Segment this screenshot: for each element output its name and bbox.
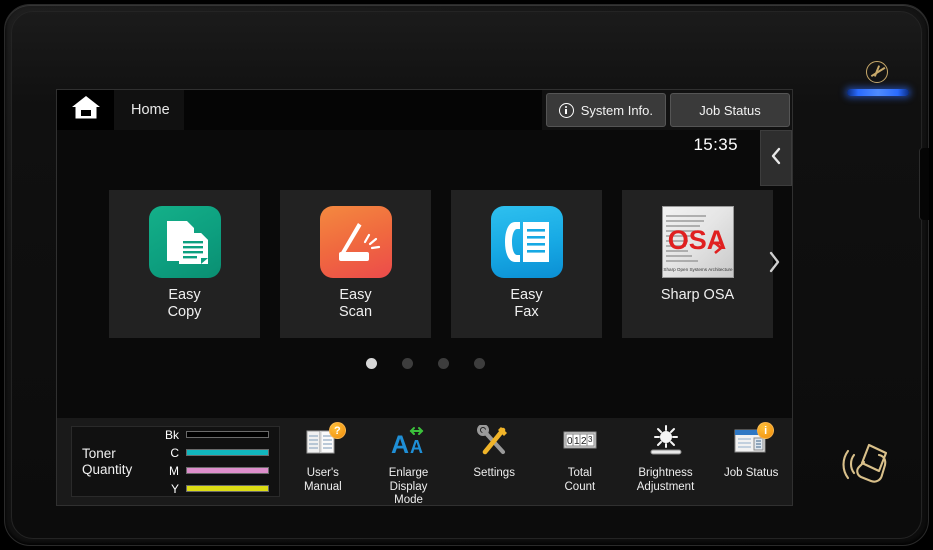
app-tile-label: Easy Fax	[510, 287, 543, 320]
tool-button-settings-wrench[interactable]: Settings	[451, 424, 537, 481]
topbar-spacer	[183, 90, 542, 130]
job-status-button[interactable]: Job Status	[670, 93, 790, 127]
app-tile-label: Easy Scan	[338, 287, 373, 320]
tool-button-label: Brightness Adjustment	[636, 467, 695, 493]
toner-key: Y	[170, 481, 179, 496]
toner-row-y: Y	[162, 482, 269, 496]
page-dot-1[interactable]	[366, 358, 377, 369]
tool-button-label: Job Status	[724, 467, 779, 479]
settings-wrench-icon	[475, 424, 513, 463]
tool-button-brightness-adjustment[interactable]: Brightness Adjustment	[623, 425, 709, 494]
tool-button-enlarge-display-mode[interactable]: A A Enlarge Display Mode	[366, 425, 452, 506]
toner-bar	[186, 449, 269, 456]
toner-row-bk: Bk	[162, 428, 269, 442]
osa-logo-caption: Sharp Open Systems Architecture	[663, 267, 733, 272]
app-tile-grid: Easy Copy Easy Scan Easy Fax OSA Sharp O…	[57, 190, 792, 340]
toner-key: Bk	[164, 427, 179, 442]
toner-row-c: C	[162, 446, 269, 460]
app-tile-label: Easy Copy	[167, 287, 202, 320]
clock-time: 15:35	[693, 135, 738, 154]
easy-fax-icon	[490, 206, 563, 278]
svg-text:A: A	[410, 437, 423, 457]
app-tile-easy-copy[interactable]: Easy Copy	[109, 190, 260, 338]
app-tile-easy-scan[interactable]: Easy Scan	[280, 190, 431, 338]
tool-button-list: ? User's Manual A A Enlarge Display Mode Sett…	[280, 418, 792, 506]
touch-screen: Home System Info. Job Status 15:35 Easy …	[56, 89, 793, 506]
tool-button-total-count[interactable]: 0 1 2 3 Total Count	[537, 425, 623, 494]
power-led-bar	[847, 89, 909, 96]
home-icon	[71, 95, 101, 125]
page-dot-2[interactable]	[402, 358, 413, 369]
easy-scan-icon	[319, 206, 392, 278]
toner-row-m: M	[162, 464, 269, 478]
tool-button-label: User's Manual	[303, 467, 342, 493]
panel-side-tab	[919, 148, 929, 220]
app-tile-easy-fax[interactable]: Easy Fax	[451, 190, 602, 338]
tool-button-label: Enlarge Display Mode	[388, 467, 429, 506]
brightness-adjustment-icon	[647, 425, 685, 463]
info-circle-icon	[558, 102, 574, 118]
job-status-label: Job Status	[699, 102, 761, 118]
svg-text:A: A	[391, 431, 409, 457]
toner-bar-fill	[187, 486, 268, 491]
total-count-icon: 0123	[561, 425, 599, 463]
system-info-button[interactable]: System Info.	[545, 93, 666, 127]
chevron-left-icon	[770, 147, 782, 170]
svg-text:2: 2	[581, 436, 587, 447]
page-dot-4[interactable]	[474, 358, 485, 369]
toner-bar-list: Bk C M Y	[162, 428, 269, 496]
svg-text:0: 0	[567, 436, 573, 447]
toner-bar-fill	[187, 468, 268, 473]
clock-row: 15:35	[57, 130, 792, 166]
enlarge-display-mode-icon: AA	[390, 425, 428, 463]
toner-key: C	[170, 445, 179, 460]
toner-bar	[186, 431, 269, 438]
app-tile-label: Sharp OSA	[660, 287, 735, 303]
page-title: Home	[131, 102, 170, 118]
toner-bar-fill	[187, 450, 268, 455]
sharp-osa-icon: OSA Sharp Open Systems Architecture	[661, 206, 734, 278]
toner-bar	[186, 467, 269, 474]
chevron-right-icon	[767, 251, 781, 278]
home-button[interactable]	[57, 90, 114, 130]
toner-quantity-label: Toner Quantity	[82, 445, 133, 477]
users-manual-icon: ?	[304, 422, 346, 463]
toner-key: M	[169, 463, 179, 478]
power-indicator[interactable]	[845, 61, 911, 105]
power-symbol-icon	[866, 61, 888, 83]
tool-button-label: Total Count	[564, 467, 596, 493]
panel-collapse-button[interactable]	[760, 130, 792, 186]
system-info-label: System Info.	[580, 102, 653, 118]
page-dot-3[interactable]	[438, 358, 449, 369]
next-page-button[interactable]	[757, 246, 791, 282]
toner-quantity-panel[interactable]: Toner Quantity Bk C M Y	[71, 426, 280, 497]
mfp-operation-panel: Home System Info. Job Status 15:35 Easy …	[4, 4, 929, 546]
toner-bar-fill	[187, 432, 268, 437]
tool-button-job-status[interactable]: i Job Status	[708, 422, 792, 481]
easy-copy-icon	[148, 206, 221, 278]
page-indicator-dots[interactable]	[57, 358, 792, 369]
app-tile-sharp-osa[interactable]: OSA Sharp Open Systems Architecture Shar…	[622, 190, 773, 338]
toner-bar	[186, 485, 269, 492]
tool-button-users-manual[interactable]: ? User's Manual	[280, 422, 366, 494]
top-bar: Home System Info. Job Status	[57, 90, 792, 130]
svg-text:3: 3	[588, 435, 593, 444]
nfc-touch-hand-icon[interactable]	[841, 437, 903, 489]
notification-badge: i	[757, 422, 775, 439]
tool-button-label: Settings	[473, 467, 515, 479]
bottom-toolbar: Toner Quantity Bk C M Y ? User's Manual A A Enl…	[57, 418, 792, 506]
svg-text:1: 1	[574, 436, 580, 447]
job-status-icon: i	[732, 422, 775, 463]
notification-badge: ?	[328, 422, 346, 439]
